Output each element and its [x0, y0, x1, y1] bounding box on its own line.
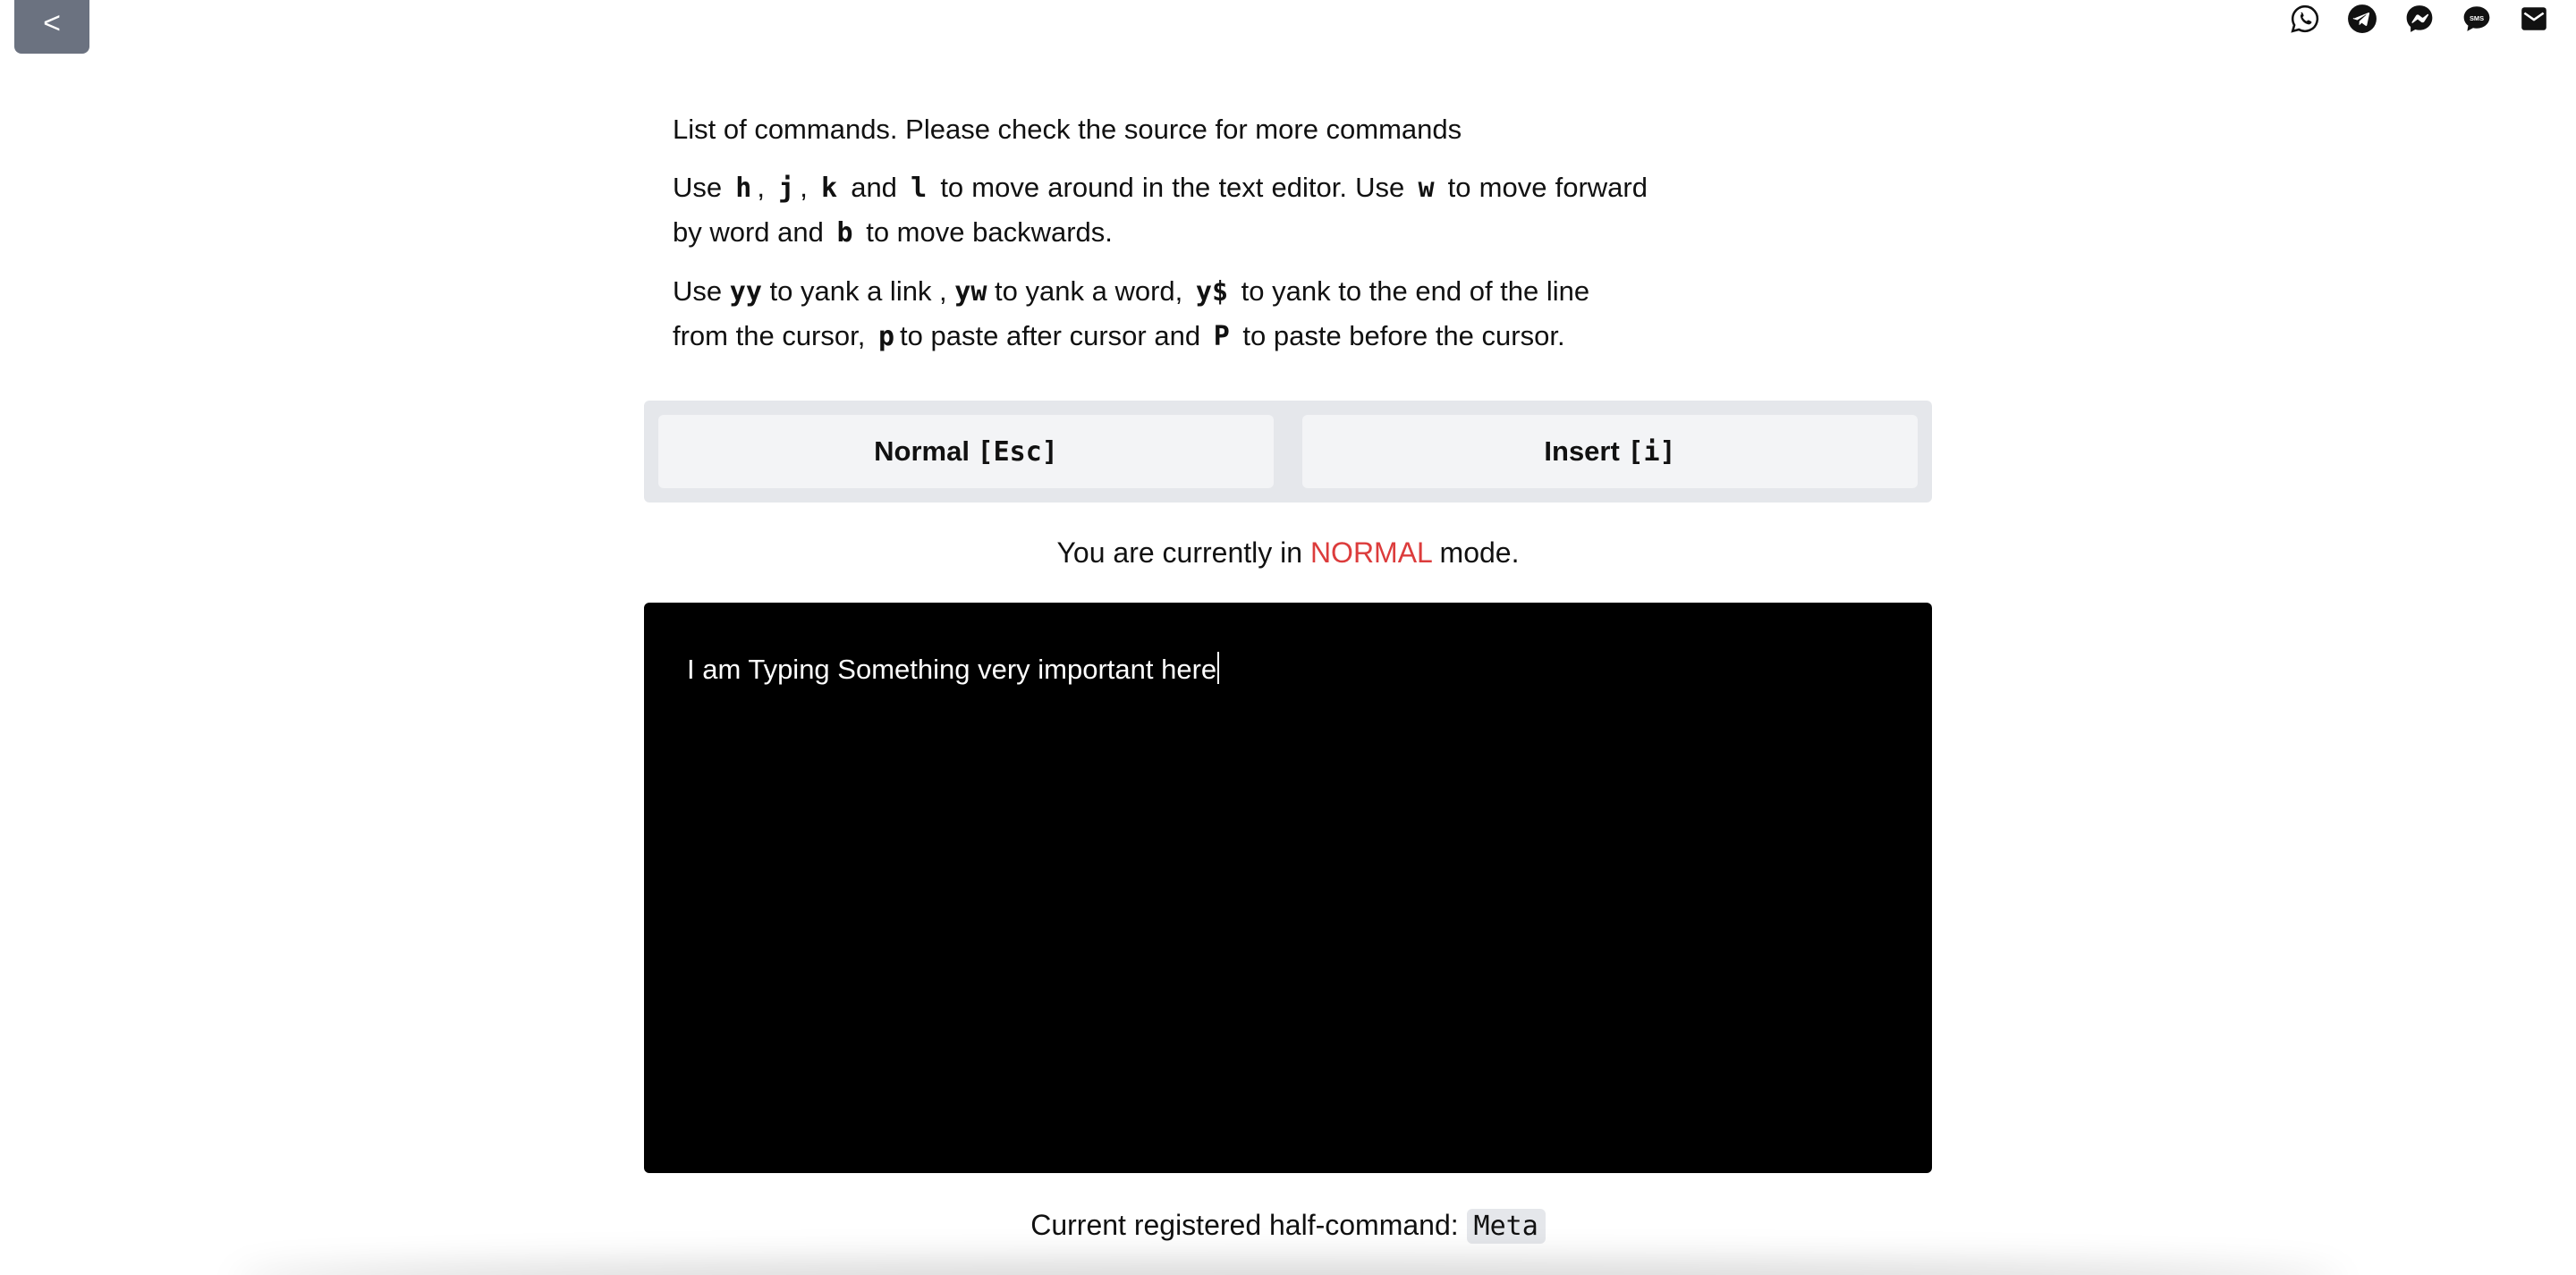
status-suffix: mode.: [1439, 536, 1520, 569]
current-mode: NORMAL: [1309, 536, 1432, 569]
text-editor[interactable]: I am Typing Something very important her…: [644, 603, 1932, 1173]
key-p: p: [877, 321, 895, 352]
half-command-label: Current registered half-command:: [1030, 1209, 1459, 1241]
text-and: and: [851, 172, 897, 203]
normal-mode-label: Normal: [874, 435, 978, 467]
mode-status: You are currently in NORMAL mode.: [0, 531, 2576, 574]
key-shift-p: P: [1213, 321, 1230, 352]
mode-toggle: Normal [Esc] Insert [i]: [644, 401, 1932, 502]
sms-icon[interactable]: SMS: [2462, 4, 2492, 34]
key-b: b: [836, 217, 853, 249]
sms-icon-text: SMS: [2470, 14, 2484, 22]
text-backwards: to move backwards.: [866, 216, 1113, 248]
half-command-status: Current registered half-command: Meta: [0, 1202, 2576, 1250]
comma: ,: [800, 172, 808, 203]
yank-instructions: Use yy to yank a link , yw to yank a wor…: [673, 269, 1648, 359]
back-button[interactable]: <: [14, 0, 89, 54]
text-paste-before: to paste before the cursor.: [1242, 320, 1565, 351]
key-k: k: [820, 173, 838, 204]
telegram-icon[interactable]: [2347, 4, 2377, 34]
comma: ,: [757, 172, 765, 203]
key-yy: yy: [729, 276, 762, 308]
messenger-icon[interactable]: [2404, 4, 2435, 34]
insert-mode-key: [i]: [1627, 435, 1676, 468]
email-icon[interactable]: [2519, 4, 2549, 34]
editor-text: I am Typing Something very important her…: [687, 654, 1217, 685]
key-y-dollar: y$: [1195, 276, 1229, 308]
status-prefix: You are currently in: [1056, 536, 1303, 569]
key-j: j: [778, 173, 795, 204]
insert-mode-label: Insert: [1544, 435, 1628, 467]
instructions: List of commands. Please check the sourc…: [673, 107, 1648, 373]
half-command-value: Meta: [1466, 1209, 1546, 1244]
text-cursor: [1217, 652, 1220, 684]
key-w: w: [1418, 173, 1435, 204]
key-l: l: [911, 173, 928, 204]
whatsapp-icon[interactable]: [2290, 4, 2320, 34]
key-yw: yw: [954, 276, 987, 308]
text-move-around: to move around in the text editor. Use: [940, 172, 1405, 203]
back-button-label: <: [43, 5, 61, 40]
key-h: h: [735, 173, 752, 204]
text-paste-after: to paste after cursor and: [900, 320, 1201, 351]
share-icons: SMS: [2290, 4, 2549, 34]
instructions-heading: List of commands. Please check the sourc…: [673, 114, 1462, 145]
normal-mode-key: [Esc]: [977, 435, 1058, 468]
normal-mode-button[interactable]: Normal [Esc]: [658, 415, 1274, 488]
text-use: Use: [673, 172, 723, 203]
text-yank-word: to yank a word,: [995, 275, 1183, 307]
text-yank-link: to yank a link ,: [769, 275, 947, 307]
insert-mode-button[interactable]: Insert [i]: [1302, 415, 1918, 488]
text-use: Use: [673, 275, 723, 307]
movement-instructions: Use h, j, k and l to move around in the …: [673, 165, 1648, 255]
page: < SMS List of commands. Please check the…: [0, 0, 2576, 1275]
